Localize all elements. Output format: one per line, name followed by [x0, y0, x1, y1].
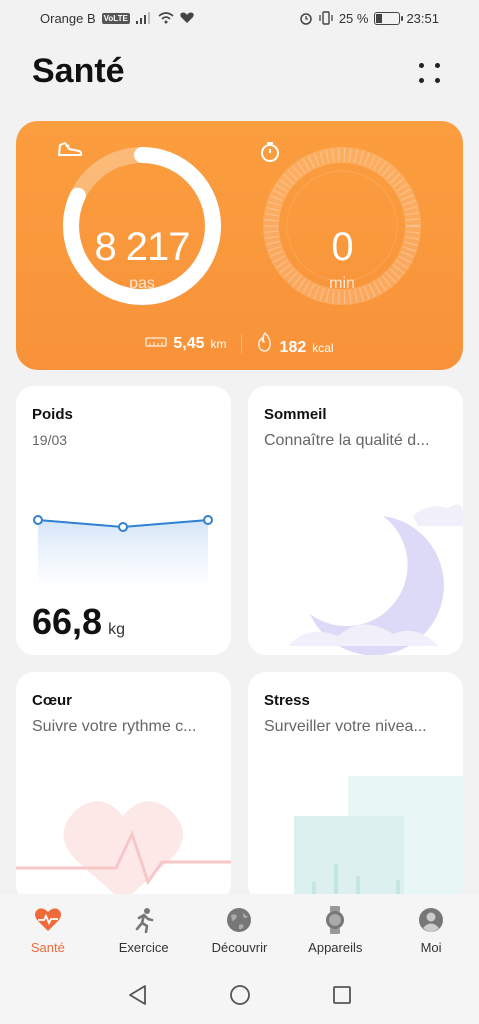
weight-trend-chart — [33, 515, 213, 584]
stress-bars-illustration — [294, 776, 463, 902]
signal-icon — [135, 12, 150, 24]
calories-unit: kcal — [312, 340, 334, 355]
alarm-icon — [300, 13, 312, 25]
steps-value: 8 217 — [94, 225, 190, 269]
dot — [435, 63, 440, 68]
weight-value-group: 66,8 kg — [32, 601, 125, 643]
dot — [435, 78, 440, 83]
nav-appareils[interactable]: Appareils — [290, 905, 380, 955]
moon-illustration — [288, 504, 463, 655]
nav-decouvrir[interactable]: Découvrir — [194, 906, 284, 955]
activity-stats: 5,45 km 182 kcal — [16, 329, 463, 359]
runner-icon — [130, 906, 158, 934]
health-heart-icon — [180, 12, 194, 23]
battery-icon — [374, 11, 404, 25]
shoe-icon — [58, 142, 83, 156]
nav-exercice-label: Exercice — [118, 939, 169, 955]
nav-moi[interactable]: Moi — [386, 906, 476, 955]
watch-icon — [321, 905, 349, 934]
more-options-button[interactable] — [416, 58, 446, 88]
nav-sante-label: Santé — [30, 939, 65, 955]
profile-icon — [417, 906, 445, 934]
heart-icon — [34, 906, 62, 934]
heart-card-title: Cœur — [32, 692, 72, 709]
nav-decouvrir-label: Découvrir — [211, 939, 268, 955]
heart-card[interactable]: Cœur Suivre votre rythme c... — [16, 672, 231, 902]
weight-card-date: 19/03 — [32, 432, 68, 448]
stress-card-title: Stress — [264, 692, 310, 709]
activity-time-ring[interactable]: 0 min — [257, 141, 427, 311]
sleep-card[interactable]: Sommeil Connaître la qualité d... — [248, 386, 463, 655]
distance-unit: km — [210, 337, 227, 351]
flame-icon — [257, 331, 271, 352]
distance-value: 5,45 — [173, 335, 205, 352]
calories-stat: 182 kcal — [256, 331, 334, 357]
weight-card[interactable]: Poids 19/03 66,8 kg — [16, 386, 231, 655]
activity-card[interactable]: 8 217 pas 0 min 5,45 km 182 kcal — [16, 121, 463, 370]
status-bar: Orange B VoLTE 25 % 23:51 — [0, 0, 479, 36]
time-unit: min — [329, 275, 355, 292]
dot — [419, 78, 424, 83]
dot — [419, 63, 424, 68]
stress-card[interactable]: Stress Surveiller votre nivea... — [248, 672, 463, 902]
weight-value: 66,8 — [32, 601, 103, 642]
weight-unit: kg — [108, 621, 125, 638]
vibrate-icon — [319, 11, 333, 25]
recents-icon[interactable] — [331, 984, 353, 1006]
calories-value: 182 — [279, 338, 307, 356]
stopwatch-icon — [261, 142, 279, 162]
ruler-icon — [145, 337, 168, 347]
steps-ring[interactable]: 8 217 pas — [57, 141, 227, 311]
nav-moi-label: Moi — [420, 939, 442, 955]
wifi-icon — [158, 12, 174, 24]
system-nav-bar — [0, 966, 479, 1024]
status-right: 25 % 23:51 — [299, 11, 439, 26]
battery-percent: 25 % — [338, 10, 369, 26]
nav-appareils-label: Appareils — [308, 939, 363, 955]
stress-card-subtitle: Surveiller votre nivea... — [264, 718, 427, 735]
sleep-card-subtitle: Connaître la qualité d... — [264, 432, 430, 449]
home-icon[interactable] — [229, 984, 251, 1006]
heart-card-subtitle: Suivre votre rythme c... — [32, 718, 197, 735]
distance-stat: 5,45 km — [145, 335, 227, 353]
nav-sante[interactable]: Santé — [3, 906, 93, 955]
clock: 23:51 — [406, 10, 439, 26]
back-icon[interactable] — [127, 984, 149, 1006]
steps-unit: pas — [129, 275, 155, 292]
volte-badge: VoLTE — [101, 12, 130, 24]
globe-icon — [225, 906, 253, 934]
carrier-label: Orange B — [40, 10, 96, 26]
weight-card-title: Poids — [32, 406, 73, 423]
nav-exercice[interactable]: Exercice — [99, 906, 189, 955]
stat-divider — [240, 335, 242, 353]
status-left: Orange B VoLTE — [40, 11, 194, 26]
bottom-nav: Santé Exercice Découvrir Appareils Moi — [0, 894, 479, 966]
sleep-card-title: Sommeil — [264, 406, 327, 423]
heartbeat-illustration — [16, 801, 231, 902]
time-value: 0 — [331, 225, 353, 269]
page-title: Santé — [32, 52, 125, 90]
